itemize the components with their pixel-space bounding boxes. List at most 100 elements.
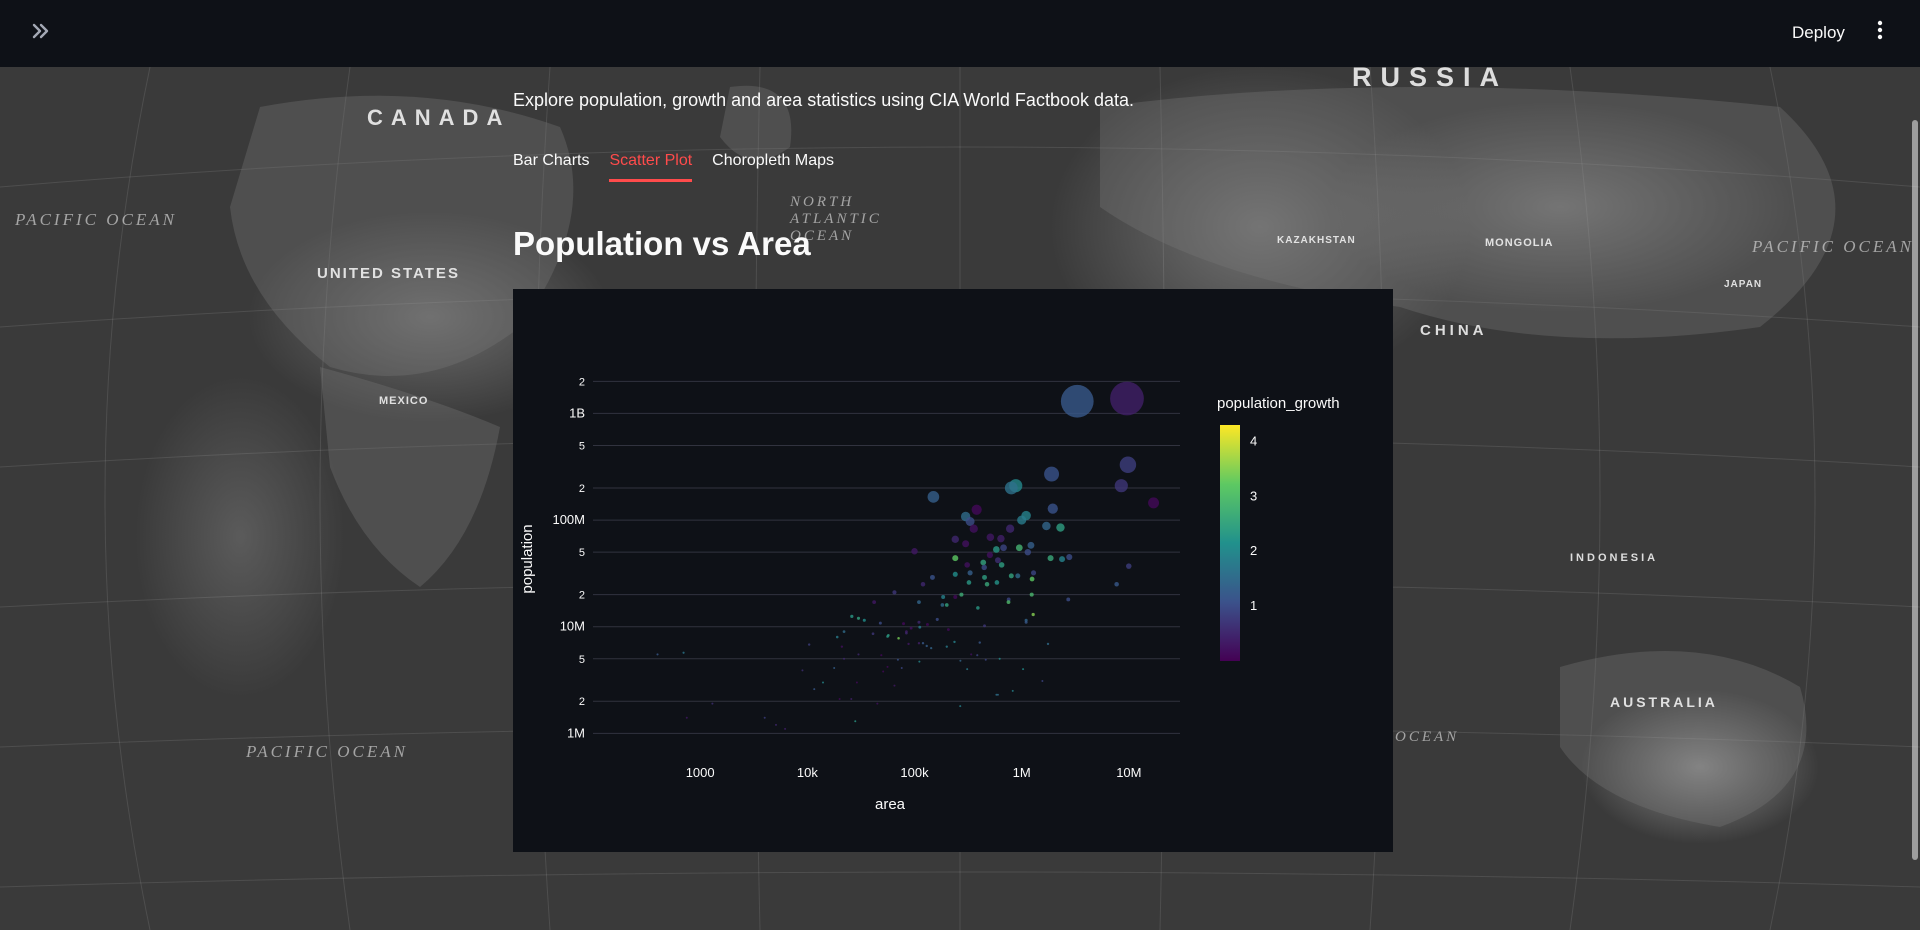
scatter-point[interactable] [763,716,766,719]
scatter-point[interactable] [656,653,659,656]
scatter-point[interactable] [878,621,882,625]
scatter-chart-container[interactable]: 1M 2 5 10M 2 5 100M 2 5 1B 2 1000 10k 100k 1M 10M area… [513,289,1393,852]
scatter-point[interactable] [927,491,940,503]
deploy-button[interactable]: Deploy [1782,18,1855,48]
scatter-point[interactable] [917,600,921,605]
scatter-point[interactable] [930,646,933,650]
scatter-point[interactable] [1031,612,1035,617]
scatter-point[interactable] [1044,466,1060,482]
scatter-point[interactable] [994,580,1000,585]
scatter-point[interactable] [685,716,688,719]
scatter-point[interactable] [896,658,899,661]
scatter-point[interactable] [1011,689,1014,692]
scatter-point[interactable] [941,595,946,599]
main-menu-button[interactable] [1866,16,1894,48]
scatter-point[interactable] [900,666,903,669]
scatter-point[interactable] [886,635,889,638]
scatter-point[interactable] [775,723,778,726]
scatter-point[interactable] [801,669,804,672]
scatter-point[interactable] [1004,481,1018,495]
scatter-point[interactable] [998,657,1001,660]
scatter-point[interactable] [986,533,995,542]
scatter-point[interactable] [1047,503,1058,514]
scatter-point[interactable] [1042,521,1051,531]
scatter-point[interactable] [1024,620,1028,624]
scatter-point[interactable] [1022,668,1025,671]
scatter-point[interactable] [925,644,928,648]
scatter-point[interactable] [862,618,866,622]
scatter-point[interactable] [1066,597,1071,602]
scatter-point[interactable] [995,693,998,696]
scatter-point[interactable] [959,705,962,708]
scatter-point[interactable] [1110,381,1144,416]
scatter-point[interactable] [840,645,844,648]
scatter-point[interactable] [918,625,922,629]
page-scrollbar[interactable] [1912,90,1918,890]
scatter-point[interactable] [935,617,939,621]
scatter-point[interactable] [813,688,816,691]
scatter-point[interactable] [920,582,926,587]
scatter-point[interactable] [959,659,962,662]
scatter-point[interactable] [1046,642,1050,646]
scatter-point[interactable] [1059,556,1066,563]
scatter-point[interactable] [1119,456,1137,474]
scatter-point[interactable] [967,570,973,576]
scatter-point[interactable] [1114,582,1119,587]
scatter-point[interactable] [711,702,714,705]
scatter-point[interactable] [1017,515,1027,525]
scatter-point[interactable] [850,697,853,700]
scatter-point[interactable] [1029,592,1034,597]
scatter-point[interactable] [882,670,885,673]
expand-sidebar-button[interactable] [26,18,56,48]
scatter-point[interactable] [940,603,945,607]
scatter-point[interactable] [1114,479,1128,493]
scatter-point[interactable] [1005,524,1015,533]
scatter-point[interactable] [1029,576,1035,582]
scatter-point[interactable] [784,727,787,730]
scatter-point[interactable] [982,574,987,580]
scatter-point[interactable] [843,657,846,660]
scatter-point[interactable] [994,557,1001,564]
scatter-point[interactable] [1041,679,1044,682]
scatter-point[interactable] [1066,554,1073,561]
scatter-point[interactable] [854,720,857,723]
scatter-point[interactable] [997,534,1005,543]
scatter-point[interactable] [981,564,987,571]
scatter-point[interactable] [897,636,900,640]
scatter-point[interactable] [871,632,875,636]
scatter-point[interactable] [1015,573,1021,579]
scatter-point[interactable] [872,600,877,605]
scatter-point[interactable] [1000,544,1007,552]
scatter-point[interactable] [946,628,950,631]
scatter-point[interactable] [959,592,964,597]
scatter-point[interactable] [944,603,949,607]
scatter-point[interactable] [951,535,959,544]
scatter-point[interactable] [971,504,982,515]
scatter-point[interactable] [953,640,956,644]
scatter-point[interactable] [966,580,972,585]
scatter-point[interactable] [1056,523,1065,532]
scatter-point[interactable] [850,614,854,618]
scatter-point[interactable] [962,540,970,548]
scatter-point[interactable] [682,651,685,654]
scatter-point[interactable] [1008,573,1014,579]
scatter-point[interactable] [921,642,925,645]
scatter-point[interactable] [970,653,973,656]
scatter-point[interactable] [917,642,921,645]
scatter-point[interactable] [925,622,929,626]
scatter-point[interactable] [833,666,836,669]
scatter-point[interactable] [909,626,913,630]
scatter-point[interactable] [842,630,846,633]
scatter-point[interactable] [822,681,825,684]
scatter-point[interactable] [1027,541,1035,549]
scatter-point[interactable] [1030,570,1037,576]
scatter-point[interactable] [917,620,921,624]
scatter-point[interactable] [1148,497,1160,509]
tab-bar-charts[interactable]: Bar Charts [513,152,589,182]
scatter-point[interactable] [1006,600,1011,605]
scatter-point[interactable] [838,697,841,700]
scatter-point[interactable] [983,624,986,628]
tab-choropleth-maps[interactable]: Choropleth Maps [712,152,834,182]
scatter-point[interactable] [980,559,987,566]
scrollbar-thumb[interactable] [1912,120,1918,860]
